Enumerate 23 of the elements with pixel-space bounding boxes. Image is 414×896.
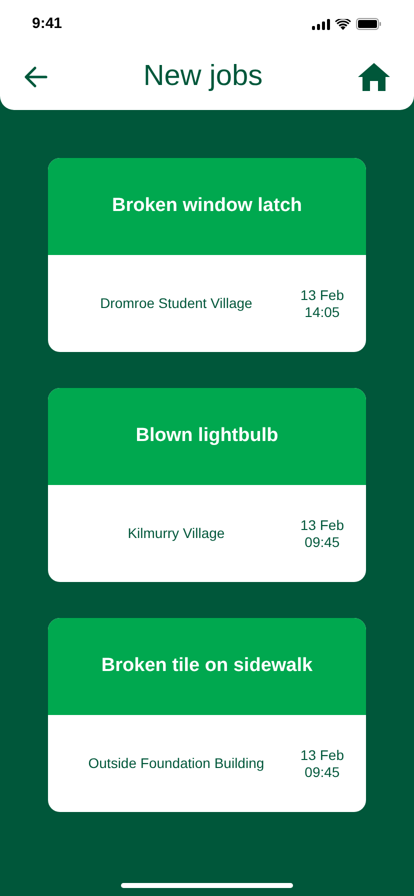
job-time: 09:45	[304, 764, 340, 780]
job-date: 13 Feb	[300, 746, 344, 764]
back-arrow-icon	[24, 66, 48, 88]
job-location: Outside Foundation Building	[88, 754, 264, 773]
job-card[interactable]: Broken window latch Dromroe Student Village 13 Feb 14:05	[48, 158, 366, 352]
page-title: New jobs	[143, 59, 263, 94]
signal-icon	[312, 18, 330, 30]
job-location: Kilmurry Village	[128, 524, 225, 543]
job-time: 09:45	[304, 534, 340, 550]
job-title: Broken tile on sidewalk	[101, 654, 313, 678]
wifi-icon	[335, 18, 351, 30]
job-location: Dromroe Student Village	[100, 294, 252, 313]
job-title: Blown lightbulb	[136, 424, 278, 448]
job-card[interactable]: Broken tile on sidewalk Outside Foundation Building 13 Feb 09:45	[48, 618, 366, 812]
home-button[interactable]	[356, 61, 392, 93]
home-icon	[357, 62, 391, 92]
job-time: 14:05	[304, 304, 340, 320]
job-date: 13 Feb	[300, 286, 344, 304]
job-title: Broken window latch	[112, 194, 302, 218]
battery-icon	[356, 18, 382, 30]
status-time: 9:41	[32, 14, 62, 34]
job-card[interactable]: Blown lightbulb Kilmurry Village 13 Feb 09:45	[48, 388, 366, 582]
job-date: 13 Feb	[300, 516, 344, 534]
